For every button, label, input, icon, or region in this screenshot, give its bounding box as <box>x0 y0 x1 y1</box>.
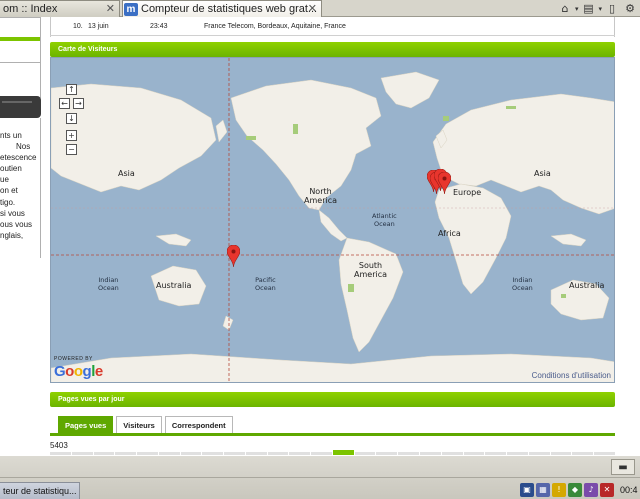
map-label-australia: Australia <box>569 281 605 290</box>
browser-tab-strip: om :: Index ✕ m Compteur de statistiques… <box>0 0 640 17</box>
visit-date: 13 juin <box>88 23 109 30</box>
display-icon[interactable]: ▦ <box>536 482 550 497</box>
logo-letter: o <box>65 363 74 380</box>
row-divider <box>50 35 615 36</box>
pan-up-button[interactable]: ↑ <box>66 84 77 95</box>
map-label-north-america: North America <box>304 187 337 205</box>
map-label-asia: Asia <box>534 169 551 178</box>
close-icon[interactable]: ✕ <box>106 2 115 15</box>
zoom-in-button[interactable]: + <box>66 130 77 141</box>
map-label-asia: Asia <box>118 169 135 178</box>
sidebar-dark-header <box>0 96 41 118</box>
tabs-underline <box>50 433 615 436</box>
web-page: nts un Nos etescence outien ue on et tig… <box>0 17 640 455</box>
section-title: Carte de Visiteurs <box>58 46 118 53</box>
sidebar-text-line: si vous <box>0 208 25 218</box>
map-label-europe: Europe <box>453 188 482 197</box>
logo-letter: g <box>82 363 92 380</box>
sidebar-box <box>0 63 41 98</box>
pan-down-button[interactable]: ↓ <box>66 113 77 124</box>
map-label-africa: Africa <box>438 229 461 238</box>
pan-right-button[interactable]: → <box>73 98 84 109</box>
sidebar-text-line: nglais, <box>0 230 24 240</box>
zoom-out-button[interactable]: − <box>66 144 77 155</box>
system-tray: ▣ ▦ ! ◆ ♪ ✕ 00:4 <box>518 479 640 499</box>
close-icon[interactable]: ✕ <box>308 2 317 15</box>
chart-max-value: 5403 <box>50 441 68 450</box>
tools-icon[interactable]: ⚙ <box>622 2 638 16</box>
page-views-section-header: Pages vues par jour <box>50 392 615 407</box>
site-favicon-icon: m <box>124 2 138 16</box>
tab-label: om :: Index <box>3 3 58 15</box>
sidebar-text-line: outien <box>0 164 22 174</box>
map-label-australia: Australia <box>156 281 192 290</box>
map-marker[interactable] <box>227 245 240 267</box>
antivirus-icon[interactable]: ◆ <box>568 482 582 497</box>
tab-label: Compteur de statistiques web grat... <box>141 3 318 15</box>
map-label-indian-ocean: Indian Ocean <box>98 276 119 292</box>
logo-letter: e <box>94 363 103 380</box>
sidebar-accent-stripe <box>0 37 40 41</box>
volume-icon[interactable]: ♪ <box>584 482 598 497</box>
tab-visiteurs[interactable]: Visiteurs <box>116 416 162 433</box>
alert-icon[interactable]: ✕ <box>600 482 614 497</box>
sidebar-text-line: on et <box>0 186 18 196</box>
sidebar-text-line: nts un <box>0 131 22 140</box>
visit-index: 10. <box>73 23 83 30</box>
map-marker[interactable] <box>438 172 451 194</box>
print-icon[interactable]: ▤ <box>580 2 596 16</box>
network-icon[interactable]: ▣ <box>520 482 534 497</box>
section-title: Pages vues par jour <box>58 396 125 403</box>
google-logo[interactable]: Google <box>54 363 103 380</box>
tab-correspondent[interactable]: Correspondent <box>164 416 233 433</box>
visitor-map[interactable]: Asia North America Atlantic Ocean Europe… <box>50 57 615 383</box>
stats-tabs: Pages vues Visiteurs Correspondent <box>58 416 233 433</box>
tab-index[interactable]: om :: Index ✕ <box>0 0 120 17</box>
browser-command-bar: ⌂ ▾ ▤ ▾ ▯ ⚙ <box>557 0 640 17</box>
clock: 00:4 <box>620 484 638 495</box>
sidebar-text-line: etescence <box>0 153 37 163</box>
minimize-button[interactable]: ▬ <box>611 459 635 475</box>
map-label-south-america: South America <box>354 261 387 279</box>
logo-letter: o <box>73 363 83 380</box>
pan-left-button[interactable]: ← <box>59 98 70 109</box>
powered-by-label: POWERED BY <box>54 356 93 362</box>
taskbar-window-button[interactable]: teur de statistiqu... <box>0 482 80 499</box>
visit-table-row: 10. 13 juin 23:43 France Telecom, Bordea… <box>50 17 615 37</box>
left-sidebar: nts un Nos etescence outien ue on et tig… <box>0 17 41 455</box>
chevron-down-icon[interactable]: ▾ <box>598 5 602 13</box>
map-section-header: Carte de Visiteurs <box>50 42 615 57</box>
taskbar: ▬ teur de statistiqu... ▣ ▦ ! ◆ ♪ ✕ 00:4 <box>0 455 640 499</box>
tab-compteur[interactable]: m Compteur de statistiques web grat... ✕ <box>122 0 322 17</box>
visit-location: France Telecom, Bordeaux, Aquitaine, Fra… <box>204 23 346 30</box>
sidebar-text-line: ue <box>0 175 9 185</box>
security-shield-icon[interactable]: ! <box>552 482 566 497</box>
sidebar-text-line: ous vous <box>0 219 33 229</box>
sidebar-text-line: tigo. <box>0 197 16 207</box>
map-label-atlantic-ocean: Atlantic Ocean <box>372 212 397 228</box>
visit-time: 23:43 <box>150 23 168 30</box>
sidebar-text-line: Nos <box>16 142 31 152</box>
sidebar-header-line <box>2 101 32 103</box>
map-label-pacific-ocean: Pacific Ocean <box>255 276 276 292</box>
chevron-down-icon[interactable]: ▾ <box>575 5 579 13</box>
status-bar: ▬ <box>0 456 640 478</box>
sidebar-text: nts un Nos etescence outien ue on et tig… <box>0 130 42 241</box>
map-tiles <box>51 58 614 382</box>
map-label-indian-ocean: Indian Ocean <box>512 276 533 292</box>
terms-of-use-link[interactable]: Conditions d'utilisation <box>532 371 611 380</box>
logo-letter: G <box>54 363 66 380</box>
home-icon[interactable]: ⌂ <box>557 2 573 16</box>
page-icon[interactable]: ▯ <box>604 2 620 16</box>
tab-pages-vues[interactable]: Pages vues <box>58 416 114 433</box>
